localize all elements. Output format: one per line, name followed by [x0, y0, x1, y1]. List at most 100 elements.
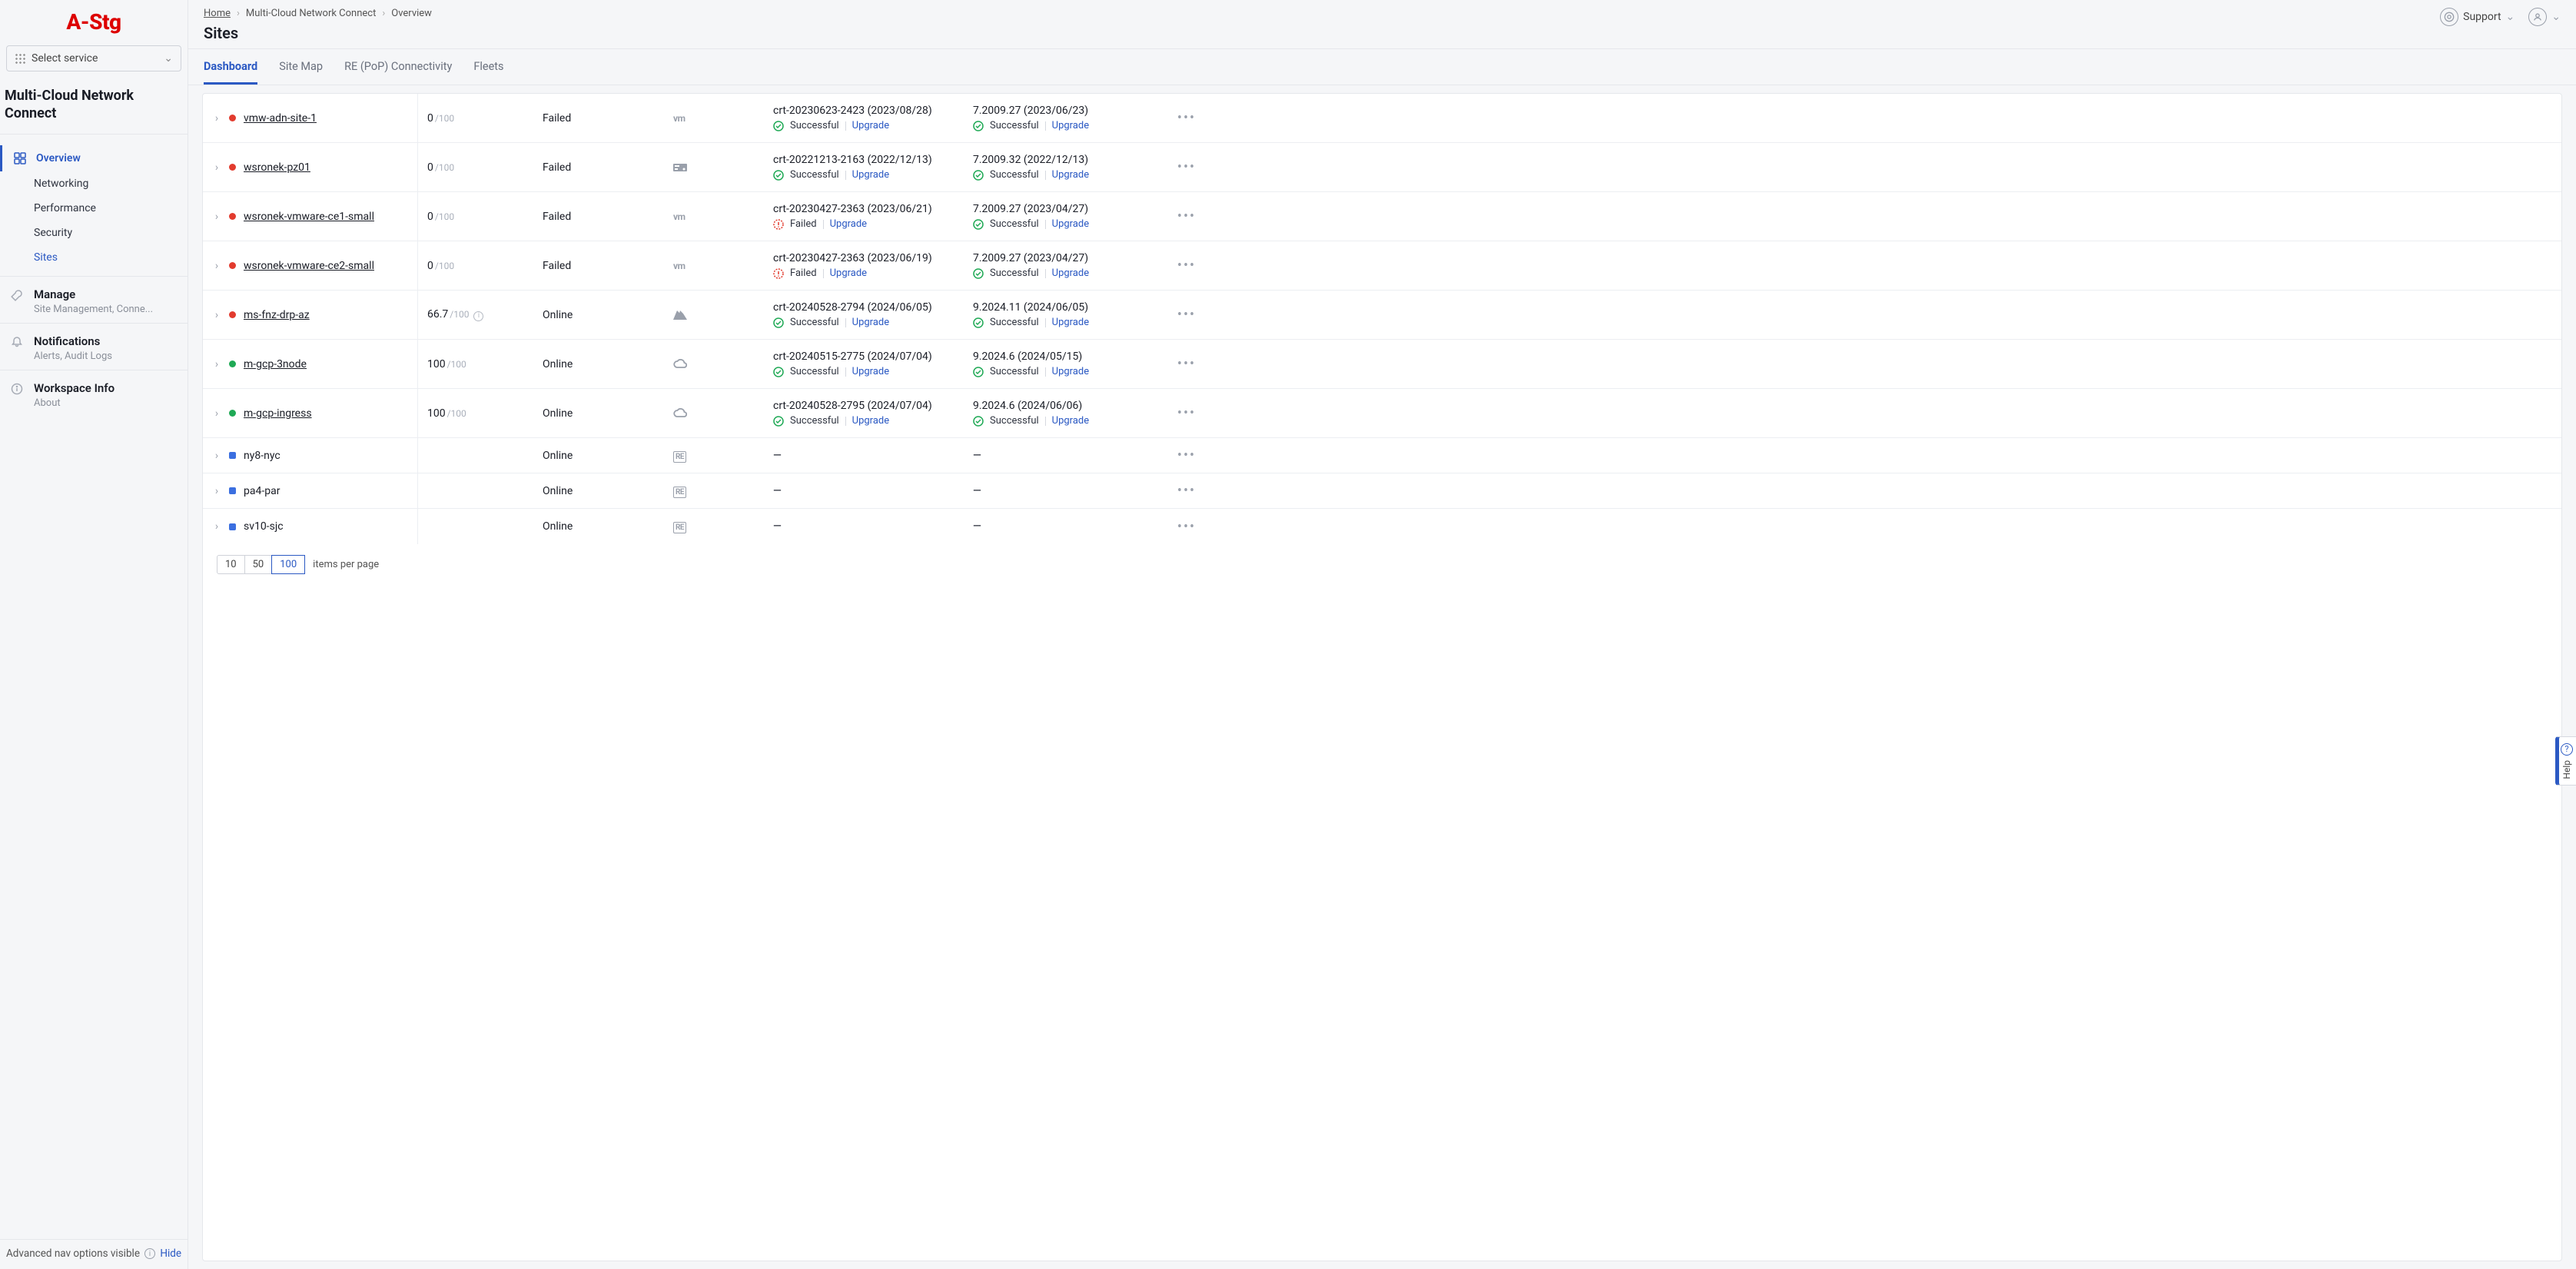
kvm-icon	[673, 162, 755, 173]
sw-version: crt-20230427-2363 (2023/06/21)	[773, 203, 954, 215]
os-upgrade-link[interactable]: Upgrade	[1052, 169, 1089, 181]
os-upgrade-link[interactable]: Upgrade	[1052, 317, 1089, 328]
sw-upgrade-link[interactable]: Upgrade	[852, 169, 889, 181]
expand-toggle[interactable]: ›	[212, 520, 221, 533]
site-name-link[interactable]: wsronek-vmware-ce1-small	[244, 211, 374, 223]
os-version: 7.2009.27 (2023/04/27)	[973, 203, 1154, 215]
os-upgrade-link[interactable]: Upgrade	[1052, 120, 1089, 131]
notifications-sub: Alerts, Audit Logs	[34, 350, 112, 362]
sw-upgrade-link[interactable]: Upgrade	[852, 120, 889, 131]
expand-toggle[interactable]: ›	[212, 112, 221, 125]
sidebar-item-performance[interactable]: Performance	[0, 196, 188, 221]
sidebar-item-manage[interactable]: Manage Site Management, Conne...	[0, 277, 188, 317]
site-state: Online	[533, 350, 664, 378]
tab-fleets[interactable]: Fleets	[473, 49, 503, 85]
status-dot	[229, 164, 236, 171]
sidebar-item-workspace[interactable]: Workspace Info About	[0, 370, 188, 410]
row-actions[interactable]: •••	[1164, 299, 1210, 331]
user-menu[interactable]: ⌄	[2528, 8, 2561, 26]
table-row: ›wsronek-vmware-ce2-small0/100Failedvmcr…	[203, 241, 2561, 291]
hide-link[interactable]: Hide	[160, 1247, 181, 1260]
check-circle-icon	[973, 219, 984, 230]
row-actions[interactable]: •••	[1164, 201, 1210, 232]
os-status: Successful	[990, 169, 1039, 181]
tab-repop[interactable]: RE (PoP) Connectivity	[344, 49, 452, 85]
divider	[1045, 318, 1046, 327]
os-upgrade-link[interactable]: Upgrade	[1052, 267, 1089, 279]
os-upgrade-link[interactable]: Upgrade	[1052, 218, 1089, 230]
check-circle-icon	[773, 170, 784, 181]
row-actions[interactable]: •••	[1164, 250, 1210, 281]
divider	[845, 121, 846, 131]
page-size-50[interactable]: 50	[244, 555, 273, 574]
sidebar-item-security[interactable]: Security	[0, 221, 188, 245]
site-name-link[interactable]: wsronek-pz01	[244, 161, 310, 174]
row-actions[interactable]: •••	[1164, 511, 1210, 543]
crumb-home[interactable]: Home	[204, 8, 231, 19]
sidebar-item-sites[interactable]: Sites	[0, 245, 188, 270]
site-name-link[interactable]: wsronek-vmware-ce2-small	[244, 260, 374, 272]
re-icon: RE	[673, 487, 686, 498]
expand-toggle[interactable]: ›	[212, 450, 221, 462]
check-circle-icon	[973, 268, 984, 279]
expand-toggle[interactable]: ›	[212, 309, 221, 321]
dash: —	[773, 485, 782, 497]
info-icon[interactable]: i	[144, 1248, 155, 1259]
site-name-link[interactable]: m-gcp-3node	[244, 358, 307, 370]
tab-dashboard[interactable]: Dashboard	[204, 49, 257, 85]
manage-sub: Site Management, Conne...	[34, 304, 153, 315]
chevron-right-icon: ›	[237, 8, 240, 19]
os-upgrade-link[interactable]: Upgrade	[1052, 366, 1089, 377]
sw-status: Successful	[790, 415, 839, 427]
row-actions[interactable]: •••	[1164, 440, 1210, 471]
service-selector[interactable]: Select service ⌄	[6, 45, 181, 71]
status-dot	[229, 213, 236, 220]
sw-upgrade-link[interactable]: Upgrade	[852, 366, 889, 377]
row-actions[interactable]: •••	[1164, 397, 1210, 429]
row-actions[interactable]: •••	[1164, 102, 1210, 134]
sw-upgrade-link[interactable]: Upgrade	[830, 218, 867, 230]
site-state: Online	[533, 477, 664, 505]
sw-upgrade-link[interactable]: Upgrade	[852, 317, 889, 328]
check-circle-icon	[973, 170, 984, 181]
sw-upgrade-link[interactable]: Upgrade	[830, 267, 867, 279]
page-size-10[interactable]: 10	[217, 555, 245, 574]
logo: A-Stg	[66, 9, 121, 35]
row-actions[interactable]: •••	[1164, 475, 1210, 507]
sw-upgrade-link[interactable]: Upgrade	[852, 415, 889, 427]
expand-toggle[interactable]: ›	[212, 260, 221, 272]
chevron-down-icon: ⌄	[164, 52, 173, 65]
crumb-l2[interactable]: Overview	[391, 8, 432, 19]
row-actions[interactable]: •••	[1164, 151, 1210, 183]
info-icon[interactable]: i	[473, 311, 483, 321]
support-button[interactable]: Support ⌄	[2440, 8, 2515, 26]
os-upgrade-link[interactable]: Upgrade	[1052, 415, 1089, 427]
expand-toggle[interactable]: ›	[212, 358, 221, 370]
health-score: 0/100	[427, 112, 454, 125]
os-status: Successful	[990, 415, 1039, 427]
help-tab[interactable]: ? Help	[2555, 736, 2576, 786]
site-state: Failed	[533, 203, 664, 231]
sidebar-item-notifications[interactable]: Notifications Alerts, Audit Logs	[0, 324, 188, 364]
divider	[845, 318, 846, 327]
expand-toggle[interactable]: ›	[212, 407, 221, 420]
main: Home › Multi-Cloud Network Connect › Ove…	[188, 0, 2576, 1269]
os-status: Successful	[990, 218, 1039, 230]
page-title: Sites	[204, 24, 432, 42]
expand-toggle[interactable]: ›	[212, 485, 221, 497]
row-actions[interactable]: •••	[1164, 348, 1210, 380]
expand-toggle[interactable]: ›	[212, 161, 221, 174]
vmware-icon: vm	[673, 261, 685, 271]
manage-title: Manage	[34, 287, 153, 301]
sidebar-item-networking[interactable]: Networking	[0, 171, 188, 196]
chevron-down-icon: ⌄	[2506, 11, 2515, 23]
site-name-link[interactable]: m-gcp-ingress	[244, 407, 312, 420]
crumb-l1[interactable]: Multi-Cloud Network Connect	[246, 8, 376, 19]
page-size-100[interactable]: 100	[271, 555, 305, 574]
expand-toggle[interactable]: ›	[212, 211, 221, 223]
site-name-link[interactable]: vmw-adn-site-1	[244, 112, 317, 125]
tab-sitemap[interactable]: Site Map	[279, 49, 323, 85]
sidebar-item-overview[interactable]: Overview	[0, 145, 188, 171]
site-state: Online	[533, 442, 664, 470]
site-name-link[interactable]: ms-fnz-drp-az	[244, 309, 310, 321]
